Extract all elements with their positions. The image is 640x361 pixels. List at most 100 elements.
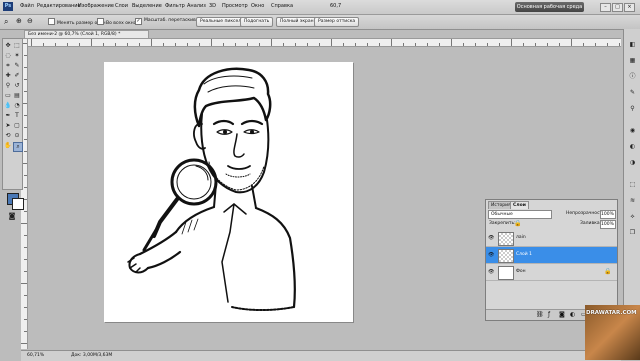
pen-tool-icon[interactable]: ✒ <box>4 112 12 120</box>
blend-mode-select[interactable]: Обычные <box>488 210 552 219</box>
ruler-tick <box>535 43 536 46</box>
type-tool-icon[interactable]: T <box>13 112 21 120</box>
ruler-tick <box>295 43 296 46</box>
gradient-tool-icon[interactable]: ▤ <box>13 92 21 100</box>
full-screen-button[interactable]: Полный экран <box>276 17 318 27</box>
workspace-button[interactable]: Основная рабочая среда <box>515 2 584 12</box>
info-icon[interactable]: ⓘ <box>629 73 636 80</box>
quick-mask-icon[interactable]: ◙ <box>8 212 16 220</box>
shape-tool-icon[interactable]: ▢ <box>13 122 21 130</box>
zoom-in-icon[interactable]: ⊕ <box>16 17 22 25</box>
navigator-icon[interactable]: ◧ <box>629 41 636 48</box>
ruler-tick <box>607 43 608 46</box>
ruler-tick <box>24 55 27 56</box>
ruler-tick <box>24 175 27 176</box>
ruler-tick <box>175 43 176 46</box>
menu-layers[interactable]: Слои <box>115 3 128 9</box>
menu-select[interactable]: Выделение <box>132 3 162 9</box>
blur-tool-icon[interactable]: 💧 <box>4 102 12 110</box>
channels-icon[interactable]: ≋ <box>629 197 636 204</box>
styles-icon[interactable]: ◐ <box>629 143 636 150</box>
menu-filter[interactable]: Фильтр <box>165 3 185 9</box>
document-canvas[interactable] <box>104 62 353 322</box>
eye-icon[interactable]: 👁 <box>488 235 494 241</box>
layer-row[interactable]: 👁 лain <box>486 230 617 247</box>
ruler-tick <box>235 43 236 46</box>
hand-tool-icon[interactable]: ✋ <box>4 142 12 150</box>
clone-stamp-icon[interactable]: ⚲ <box>4 82 12 90</box>
adjustments-icon[interactable]: ◑ <box>629 159 636 166</box>
ruler-tick <box>559 43 560 46</box>
masks-icon[interactable]: ⬚ <box>629 181 636 188</box>
menu-file[interactable]: Файл <box>20 3 34 9</box>
ruler-tick <box>24 331 27 332</box>
layer-row-background[interactable]: 👁 Фон 🔒 <box>486 264 617 281</box>
eye-icon[interactable]: 👁 <box>488 269 494 275</box>
layer-style-icon[interactable]: ƒ <box>548 311 550 318</box>
layer-thumbnail <box>498 249 514 263</box>
adjustment-layer-icon[interactable]: ◐ <box>570 311 575 318</box>
menu-window[interactable]: Окно <box>251 3 264 9</box>
ruler-tick <box>547 43 548 46</box>
paths-icon[interactable]: ⟡ <box>629 213 636 220</box>
brushes-icon[interactable]: ✎ <box>629 89 636 96</box>
ruler-tick <box>499 43 500 46</box>
ruler-tick <box>24 91 27 92</box>
ruler-tick <box>127 43 128 46</box>
ruler-tick <box>24 247 27 248</box>
marquee-tool-icon[interactable]: ⬚ <box>13 42 21 50</box>
cartoon-sketch <box>127 67 296 311</box>
ruler-tick <box>24 139 27 140</box>
tab-layers[interactable]: Слои <box>510 201 529 209</box>
3d-orbit-icon[interactable]: ⊙ <box>13 132 21 140</box>
path-select-icon[interactable]: ➤ <box>4 122 12 130</box>
clone-source-icon[interactable]: ⚲ <box>629 105 636 112</box>
menu-help[interactable]: Справка <box>271 3 293 9</box>
crop-tool-icon[interactable]: ⌗ <box>4 62 12 70</box>
layer-row-selected[interactable]: 👁 Слой 1 <box>486 247 617 264</box>
add-mask-icon[interactable]: ◙ <box>559 311 565 318</box>
menu-3d[interactable]: 3D <box>209 3 216 9</box>
move-tool-icon[interactable]: ✥ <box>4 42 12 50</box>
eraser-tool-icon[interactable]: ▭ <box>4 92 12 100</box>
swatches-icon[interactable]: ◉ <box>629 127 636 134</box>
magic-wand-icon[interactable]: ✶ <box>13 52 21 60</box>
ruler-tick <box>55 43 56 46</box>
minimize-button[interactable]: – <box>600 3 611 12</box>
menu-analysis[interactable]: Анализ <box>187 3 206 9</box>
zoom-level[interactable]: 60,7 <box>330 3 341 9</box>
zoom-out-icon[interactable]: ⊖ <box>27 17 33 25</box>
ruler-tick <box>24 67 27 68</box>
zoom-tool-icon[interactable]: ⌕ <box>4 17 8 27</box>
menu-edit[interactable]: Редактирование <box>37 3 81 9</box>
opacity-field[interactable]: 100% <box>600 210 616 219</box>
history-brush-icon[interactable]: ↺ <box>13 82 21 90</box>
3d-rotate-icon[interactable]: ⟲ <box>4 132 12 140</box>
lasso-tool-icon[interactable]: ◌ <box>4 52 12 60</box>
ruler-tick <box>403 43 404 46</box>
menu-view[interactable]: Просмотр <box>222 3 248 9</box>
ruler-tick <box>355 43 356 46</box>
zoom-tool-icon[interactable]: ⌕ <box>13 142 23 152</box>
fill-field[interactable]: 100% <box>600 220 616 229</box>
maximize-button[interactable]: □ <box>612 3 623 12</box>
histogram-icon[interactable]: ▦ <box>629 57 636 64</box>
horizontal-ruler[interactable] <box>27 39 621 47</box>
brush-tool-icon[interactable]: ✐ <box>13 72 21 80</box>
layers-icon[interactable]: ❐ <box>629 229 636 236</box>
ruler-tick <box>139 43 140 46</box>
healing-brush-icon[interactable]: ✚ <box>4 72 12 80</box>
link-layers-icon[interactable]: ⛓ <box>536 311 544 318</box>
lock-icon[interactable]: 🔒 <box>514 220 521 227</box>
fit-screen-button[interactable]: Подогнать <box>240 17 274 27</box>
close-button[interactable]: × <box>624 3 635 12</box>
background-color-swatch[interactable] <box>12 198 24 210</box>
eyedropper-icon[interactable]: ✎ <box>13 62 21 70</box>
dodge-tool-icon[interactable]: ◔ <box>13 102 21 110</box>
all-windows-checkbox[interactable]: Во всех окнах <box>97 18 139 26</box>
app-logo: Ps <box>3 2 13 11</box>
eye-icon[interactable]: 👁 <box>488 252 494 258</box>
print-size-button[interactable]: Размер оттиска <box>314 17 360 27</box>
menu-image[interactable]: Изображение <box>78 3 114 9</box>
menu-bar: Ps Файл Редактирование Изображение Слои … <box>0 0 640 15</box>
